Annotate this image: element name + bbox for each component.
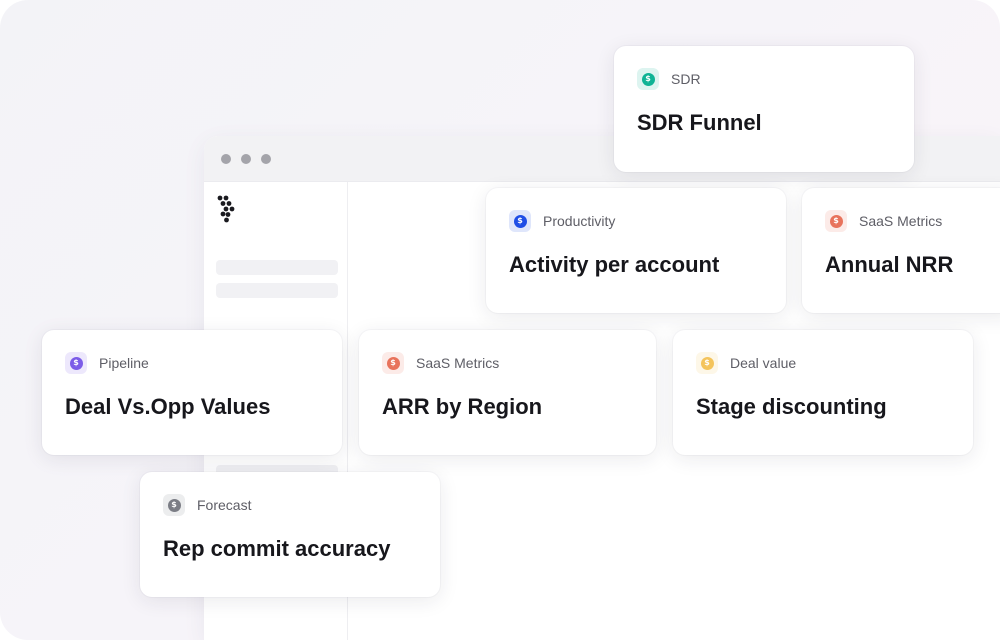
report-card-rep-commit-accuracy[interactable]: $ Forecast Rep commit accuracy [140,472,440,597]
card-header: $ Pipeline [65,352,149,374]
dollar-icon: $ [637,68,659,90]
card-header: $ Deal value [696,352,796,374]
sidebar-item-placeholder[interactable] [216,283,338,298]
card-category: SDR [671,71,701,87]
report-card-sdr-funnel[interactable]: $ SDR SDR Funnel [614,46,914,172]
card-category: Productivity [543,213,616,229]
report-card-annual-nrr[interactable]: $ SaaS Metrics Annual NRR [802,188,1000,313]
dollar-icon: $ [163,494,185,516]
dollar-icon: $ [65,352,87,374]
card-header: $ Productivity [509,210,615,232]
card-category: Pipeline [99,355,149,371]
grape-logo-icon [217,195,235,223]
card-header: $ Forecast [163,494,251,516]
report-card-stage-discounting[interactable]: $ Deal value Stage discounting [673,330,973,455]
report-card-deal-vs-opp-values[interactable]: $ Pipeline Deal Vs.Opp Values [42,330,342,455]
dollar-icon: $ [509,210,531,232]
window-maximize-dot[interactable] [261,153,271,164]
card-category: Deal value [730,355,797,371]
card-title: ARR by Region [382,394,543,419]
dollar-icon: $ [825,210,847,232]
sidebar-item-placeholder[interactable] [216,260,338,275]
dollar-icon: $ [696,352,718,374]
card-header: $ SaaS Metrics [382,352,499,374]
card-title: Stage discounting [696,394,887,419]
dollar-icon: $ [382,352,404,374]
window-close-dot[interactable] [221,153,231,164]
card-category: SaaS Metrics [859,213,943,229]
card-title: Deal Vs.Opp Values [65,394,271,419]
card-header: $ SaaS Metrics [825,210,942,232]
card-title: Rep commit accuracy [163,536,391,561]
report-card-activity-per-account[interactable]: $ Productivity Activity per account [486,188,786,313]
card-title: Annual NRR [825,252,954,277]
report-card-arr-by-region[interactable]: $ SaaS Metrics ARR by Region [359,330,656,455]
card-category: Forecast [197,497,252,513]
window-minimize-dot[interactable] [241,153,251,164]
card-title: Activity per account [509,252,720,277]
card-header: $ SDR [637,68,701,90]
card-category: SaaS Metrics [416,355,500,371]
card-title: SDR Funnel [637,110,762,135]
